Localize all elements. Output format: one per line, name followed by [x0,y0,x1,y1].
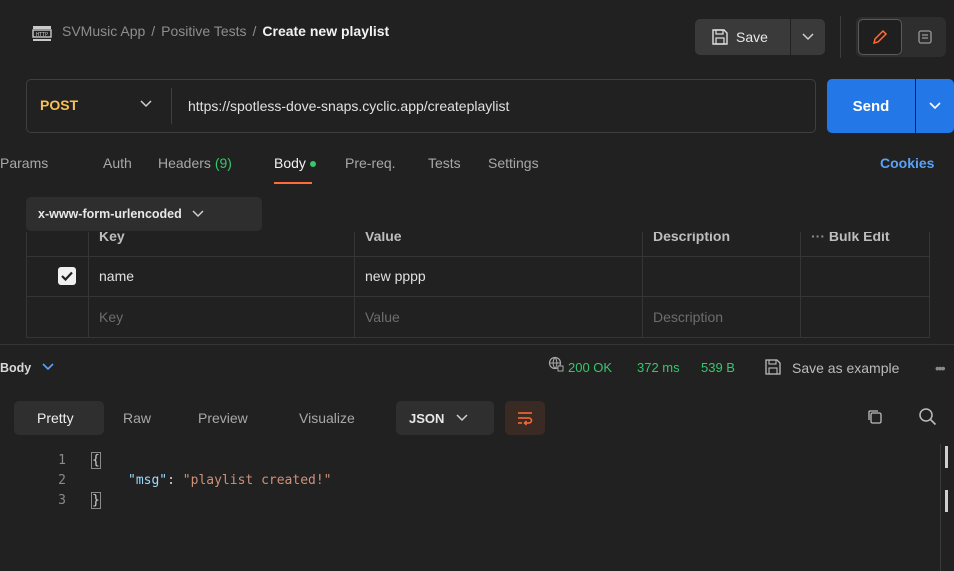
chevron-down-icon [929,102,941,110]
breadcrumb-separator: / [252,23,257,39]
tab-preview[interactable]: Preview [198,410,248,426]
scrollbar-marker [945,490,948,512]
json-value: "playlist created!" [182,473,332,488]
active-tab-underline [274,182,312,184]
http-request-icon: HTTP [32,26,52,41]
breadcrumb: SVMusic App / Positive Tests / Create new pl… [62,23,389,39]
save-icon [765,359,781,375]
json-key: "msg" [128,473,168,488]
search-icon[interactable] [918,407,938,427]
table-row: name new pppp [26,256,930,297]
breadcrumb-separator: / [151,23,156,39]
new-description-input[interactable]: Description [642,297,800,337]
document-icon [918,30,932,44]
wrap-lines-icon [518,412,533,426]
save-options-button[interactable] [791,19,825,55]
bulk-edit-link[interactable]: ··· Bulk Edit [800,232,930,256]
column-header-description: Description [642,232,800,256]
more-dots: ··· [811,232,829,244]
breadcrumb-folder[interactable]: Positive Tests [161,23,246,39]
copy-icon[interactable] [866,408,884,426]
table-header-cell [26,232,88,256]
response-status[interactable]: 200 OK [568,360,612,375]
cookies-link[interactable]: Cookies [880,155,934,171]
edit-mode-button[interactable] [858,19,902,55]
chevron-down-icon[interactable] [42,361,54,371]
code-brace-close: } [91,492,101,509]
tab-auth[interactable]: Auth [103,155,132,171]
tab-headers-label: Headers [158,155,211,171]
scrollbar-marker [945,446,948,468]
checkmark-icon [61,271,73,281]
form-data-table: Key Value Description ··· Bulk Edit name… [26,232,930,344]
request-tabs: Params Auth Headers (9) Body Pre-req. Te… [0,155,954,185]
save-label: Save [736,29,768,45]
row-actions [800,256,930,296]
method-select[interactable]: POST [40,97,78,113]
documentation-button[interactable] [906,19,944,55]
code-line: "msg": "playlist created!" [128,473,332,488]
chevron-down-icon [192,210,204,218]
save-button[interactable]: Save [695,19,790,55]
row-checkbox[interactable] [58,267,76,285]
divider [840,16,841,58]
code-brace-open: { [91,452,101,469]
tab-pretty[interactable]: Pretty [37,410,74,426]
format-value: JSON [409,410,445,426]
body-type-select[interactable]: x-www-form-urlencoded [26,197,262,231]
tab-body-label: Body [274,155,306,171]
line-number: 2 [58,473,66,488]
request-name[interactable]: Create new playlist [262,23,389,39]
response-body-select[interactable]: Body [0,361,31,375]
tab-body[interactable]: Body [274,155,316,171]
response-time[interactable]: 372 ms [637,360,680,375]
wrap-lines-button[interactable] [505,401,545,435]
row-key[interactable]: name [88,256,354,296]
tab-raw[interactable]: Raw [123,410,151,426]
svg-text:HTTP: HTTP [36,32,48,38]
headers-count: (9) [214,155,232,171]
chevron-down-icon [456,414,468,422]
url-input[interactable] [180,88,800,124]
table-header-row: Key Value Description ··· Bulk Edit [26,232,930,257]
format-select[interactable]: JSON [396,401,494,435]
tab-prerequest[interactable]: Pre-req. [345,155,396,171]
line-number: 3 [58,493,66,508]
line-number: 1 [58,453,66,468]
json-colon: : [167,473,183,488]
more-options-button[interactable]: ••• [935,360,946,376]
tab-settings[interactable]: Settings [488,155,539,171]
save-icon [712,29,728,45]
send-options-button[interactable] [916,79,954,133]
editor-scroll-track[interactable] [940,444,941,571]
chevron-down-icon[interactable] [140,98,152,108]
chevron-down-icon [802,33,814,41]
body-indicator-dot [309,161,316,168]
tab-visualize[interactable]: Visualize [299,410,355,426]
body-type-value: x-www-form-urlencoded [38,207,182,221]
row-actions [800,297,930,337]
divider [171,88,172,124]
send-button[interactable]: Send [827,79,915,133]
new-key-input[interactable]: Key [88,297,354,337]
bulk-edit-label: Bulk Edit [828,232,890,244]
breadcrumb-collection[interactable]: SVMusic App [62,23,145,39]
row-checkbox-cell [26,297,88,337]
row-description[interactable] [642,256,800,296]
response-code-viewer[interactable]: 1 2 3 { "msg": "playlist created!" } [0,444,954,571]
tab-headers[interactable]: Headers (9) [158,155,232,171]
tab-tests[interactable]: Tests [428,155,461,171]
pencil-icon [872,29,888,45]
row-checkbox-cell [26,256,88,296]
globe-lock-icon[interactable] [548,356,564,372]
tab-params[interactable]: Params [0,155,48,171]
row-value[interactable]: new pppp [354,256,642,296]
table-row-new: Key Value Description [26,297,930,338]
column-header-value: Value [354,232,642,256]
response-size[interactable]: 539 B [701,360,735,375]
save-as-example-button[interactable]: Save as example [792,360,899,376]
column-header-key: Key [88,232,354,256]
new-value-input[interactable]: Value [354,297,642,337]
